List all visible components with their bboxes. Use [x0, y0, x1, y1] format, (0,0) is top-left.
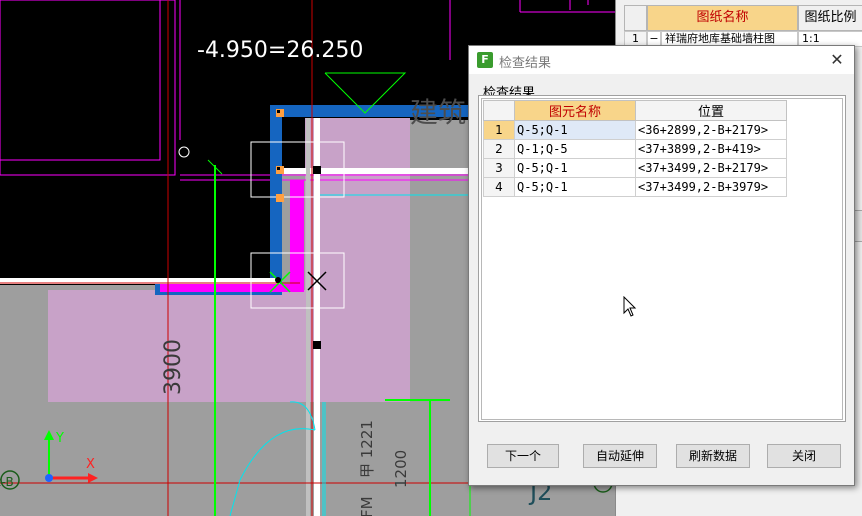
- dimension-1200: 1200: [392, 450, 410, 488]
- drawing-list-header-scale[interactable]: 图纸比例: [798, 5, 862, 31]
- dialog-title: 检查结果: [499, 56, 552, 71]
- door-label: 甲 1221: [358, 420, 376, 478]
- drawing-list-corner: [624, 5, 647, 31]
- row-index: 3: [483, 158, 515, 178]
- mouse-cursor-icon: [623, 296, 637, 317]
- grid-bubble-label: 2-B: [0, 475, 14, 489]
- refresh-data-button[interactable]: 刷新数据: [676, 444, 750, 468]
- row-index: 4: [483, 177, 515, 197]
- auto-extend-button[interactable]: 自动延伸: [583, 444, 657, 468]
- table-row[interactable]: 1 Q-5;Q-1 <36+2899,2-B+2179>: [483, 120, 787, 140]
- dialog-titlebar[interactable]: F 检查结果 ✕: [469, 46, 854, 74]
- dimension-3900: 3900: [161, 339, 186, 395]
- close-button[interactable]: 关闭: [767, 444, 841, 468]
- room-fill: [48, 290, 410, 402]
- door-type-label: FM: [358, 496, 376, 516]
- ucs-y-label: Y: [55, 431, 64, 446]
- grid-corner: [483, 100, 515, 121]
- close-icon[interactable]: ✕: [826, 49, 848, 71]
- results-grid[interactable]: 图元名称 位置 1 Q-5;Q-1 <36+2899,2-B+2179> 2 Q…: [481, 98, 843, 420]
- cell-position[interactable]: <36+2899,2-B+2179>: [635, 120, 787, 140]
- cell-name[interactable]: Q-5;Q-1: [514, 177, 636, 197]
- elevation-annotation: -4.950=26.250: [197, 38, 363, 63]
- results-grid-frame: 图元名称 位置 1 Q-5;Q-1 <36+2899,2-B+2179> 2 Q…: [478, 95, 846, 422]
- cell-name[interactable]: Q-1;Q-5: [514, 139, 636, 159]
- drawing-list-header-name[interactable]: 图纸名称: [647, 5, 798, 31]
- cell-name[interactable]: Q-5;Q-1: [514, 120, 636, 140]
- results-table: 图元名称 位置 1 Q-5;Q-1 <36+2899,2-B+2179> 2 Q…: [483, 100, 787, 197]
- table-row[interactable]: 2 Q-1;Q-5 <37+3899,2-B+419>: [483, 139, 787, 159]
- row-index: 1: [483, 120, 515, 140]
- cell-position[interactable]: <37+3499,2-B+3979>: [635, 177, 787, 197]
- table-row[interactable]: 3 Q-5;Q-1 <37+3499,2-B+2179>: [483, 158, 787, 178]
- column-header-position[interactable]: 位置: [635, 100, 787, 121]
- next-button[interactable]: 下一个: [487, 444, 559, 468]
- table-row[interactable]: 4 Q-5;Q-1 <37+3499,2-B+3979>: [483, 177, 787, 197]
- column-header-name[interactable]: 图元名称: [514, 100, 636, 121]
- cell-name[interactable]: Q-5;Q-1: [514, 158, 636, 178]
- cell-position[interactable]: <37+3899,2-B+419>: [635, 139, 787, 159]
- room-label: 建筑: [410, 96, 466, 129]
- check-results-dialog: F 检查结果 ✕ 检查结果 图元名称 位置 1 Q-5;Q-1 <36+2899…: [468, 45, 855, 486]
- app-icon: F: [477, 52, 493, 68]
- row-index: 2: [483, 139, 515, 159]
- cell-position[interactable]: <37+3499,2-B+2179>: [635, 158, 787, 178]
- ucs-x-label: X: [86, 457, 95, 472]
